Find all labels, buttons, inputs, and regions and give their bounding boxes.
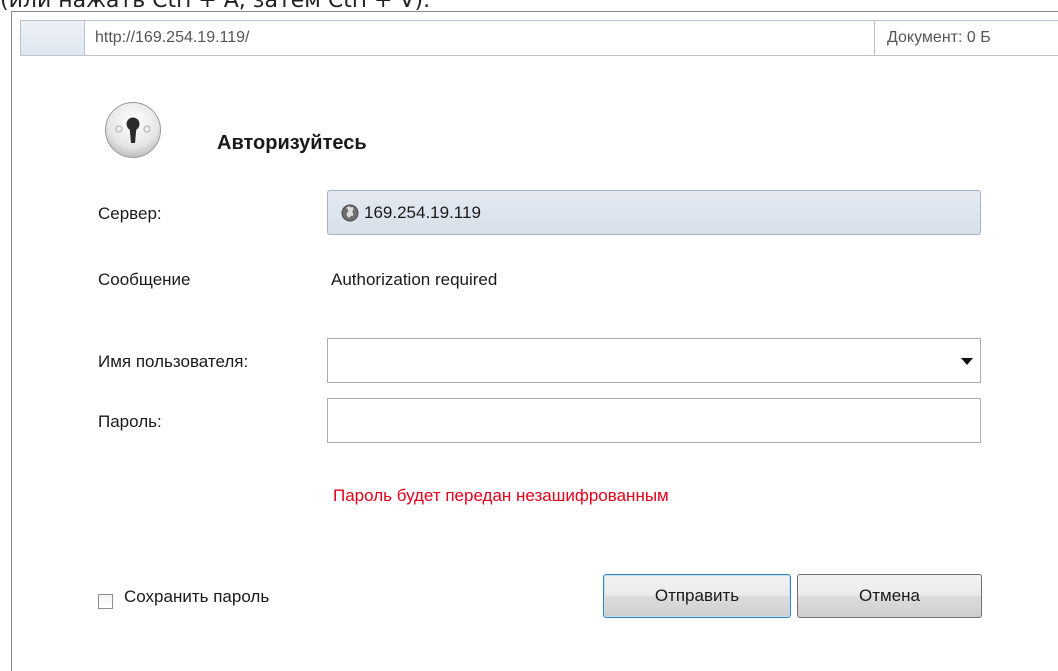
chevron-down-icon[interactable] (961, 358, 973, 365)
dialog-title: Авторизуйтесь (217, 132, 367, 154)
address-url: http://169.254.19.119/ (95, 29, 250, 46)
submit-button[interactable]: Отправить (603, 574, 791, 618)
server-value: 169.254.19.119 (364, 203, 481, 222)
cancel-button[interactable]: Отмена (797, 574, 982, 618)
message-value: Authorization required (331, 270, 498, 289)
save-password-label[interactable]: Сохранить пароль (124, 587, 269, 607)
server-label: Сервер: (98, 204, 162, 223)
password-input[interactable] (328, 399, 980, 442)
globe-icon (341, 204, 359, 222)
username-label: Имя пользователя: (98, 352, 249, 371)
keyhole-lock-icon (105, 102, 161, 158)
save-password-checkbox[interactable] (98, 594, 113, 609)
address-bar: http://169.254.19.119/ Документ: 0 Б (20, 20, 1058, 56)
unencrypted-warning: Пароль будет передан незашифрованным (333, 486, 669, 505)
username-input[interactable] (328, 339, 980, 382)
auth-dialog: http://169.254.19.119/ Документ: 0 Б Авт… (11, 11, 1058, 671)
password-field[interactable] (327, 398, 981, 443)
username-combobox[interactable] (327, 338, 981, 383)
server-field: 169.254.19.119 (327, 190, 981, 235)
document-size: Документ: 0 Б (874, 21, 1058, 55)
message-label: Сообщение (98, 270, 191, 289)
address-bar-site-button[interactable] (21, 21, 85, 55)
password-label: Пароль: (98, 412, 162, 431)
